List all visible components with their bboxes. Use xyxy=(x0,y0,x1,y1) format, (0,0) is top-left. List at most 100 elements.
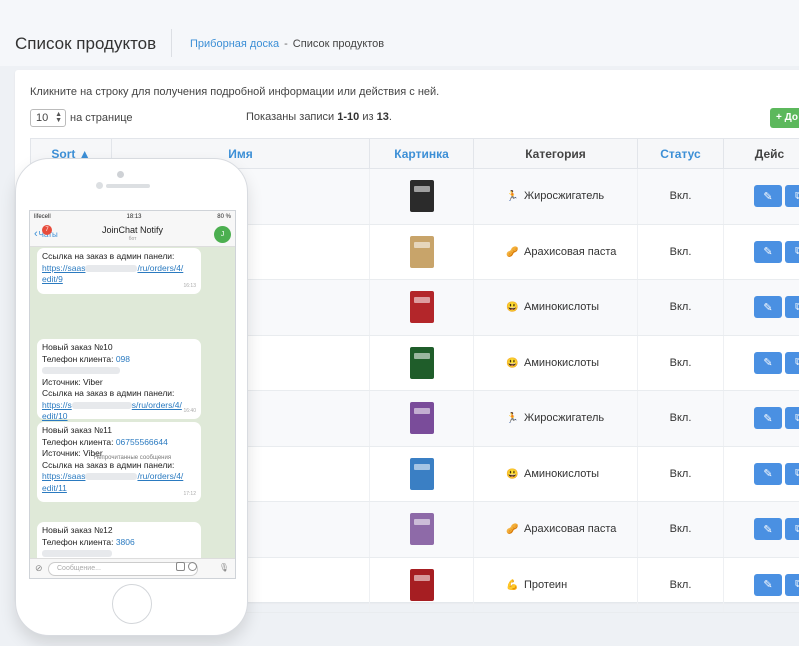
status-cell: Вкл. xyxy=(637,557,724,613)
edit-icon[interactable]: ✎ xyxy=(754,518,782,541)
category-label: Арахисовая паста xyxy=(524,245,617,258)
home-button[interactable] xyxy=(112,584,152,624)
category-cell: 🥜 Арахисовая паста xyxy=(473,501,638,558)
copy-icon[interactable]: ⧉ xyxy=(785,351,799,374)
product-image xyxy=(409,402,434,435)
chat-message: Новый заказ №11 Телефон клиента: 06755566… xyxy=(37,422,201,502)
sticker-icon[interactable] xyxy=(188,562,197,571)
actions-cell: ✎ ⧉ xyxy=(723,557,799,613)
product-image xyxy=(409,235,434,268)
actions-cell: ✎ ⧉ xyxy=(723,501,799,558)
product-image xyxy=(409,180,434,213)
category-icon: 🏃 xyxy=(506,413,519,425)
phone-status-bar: lifecell 18:13 80 % xyxy=(30,211,235,222)
client-phone[interactable]: 3806 xyxy=(116,537,135,547)
client-phone[interactable]: 06755566644 xyxy=(116,437,168,447)
order-link-label: Ссылка на заказ в админ панели: xyxy=(42,388,175,398)
order-link-part-b: s/ru/orders/4/ xyxy=(131,399,182,410)
edit-icon[interactable]: ✎ xyxy=(754,351,782,374)
clock-label: 18:13 xyxy=(126,213,142,220)
microphone-icon[interactable]: 🎙 xyxy=(219,563,229,572)
product-image-cell xyxy=(369,446,474,502)
copy-icon[interactable]: ⧉ xyxy=(785,573,799,596)
order-link-label: Ссылка на заказ в админ панели: xyxy=(42,459,175,470)
category-icon: 🥜 xyxy=(506,524,519,536)
per-page-control: 10 ▲ ▼ на странице xyxy=(30,109,133,127)
breadcrumb-dashboard-link[interactable]: Приборная доска xyxy=(190,38,279,50)
actions-cell: ✎ ⧉ xyxy=(723,279,799,336)
product-image-cell xyxy=(369,224,474,280)
product-image xyxy=(409,568,434,601)
breadcrumb-current: Список продуктов xyxy=(292,38,385,50)
records-info-middle: из xyxy=(359,111,377,123)
message-time: 16:40 xyxy=(183,407,196,414)
edit-icon[interactable]: ✎ xyxy=(754,573,782,596)
battery-label: 80 % xyxy=(217,213,231,220)
records-info-suffix: . xyxy=(388,111,392,123)
select-arrows-icon: ▲ ▼ xyxy=(55,111,62,124)
product-image xyxy=(409,513,434,546)
order-link-part-a: https://saas xyxy=(42,262,86,273)
unread-divider: Непрочитанные сообщения xyxy=(93,455,172,461)
product-image xyxy=(409,457,434,490)
edit-icon[interactable]: ✎ xyxy=(754,296,782,319)
product-image-cell xyxy=(369,390,474,447)
order-link[interactable]: https://s s/ru/orders/4/ xyxy=(42,400,196,412)
order-link-part-c[interactable]: edit/10 xyxy=(42,411,68,421)
copy-icon[interactable]: ⧉ xyxy=(785,518,799,541)
per-page-select[interactable]: 10 ▲ ▼ xyxy=(30,109,66,127)
category-label: Жиросжигатель xyxy=(524,190,605,203)
edit-icon[interactable]: ✎ xyxy=(754,462,782,485)
command-icon[interactable] xyxy=(176,562,185,571)
column-header-category: Категория xyxy=(473,138,638,169)
order-link[interactable]: https://saas/ru/orders/4/ xyxy=(42,263,196,275)
order-link-part-b: /ru/orders/4/ xyxy=(137,262,184,273)
order-link-part-a: https://saas xyxy=(42,471,86,481)
copy-icon[interactable]: ⧉ xyxy=(785,462,799,485)
add-product-button[interactable]: + До xyxy=(770,108,799,128)
edit-icon[interactable]: ✎ xyxy=(754,185,782,208)
column-header-image[interactable]: Картинка xyxy=(369,138,474,169)
edit-icon[interactable]: ✎ xyxy=(754,407,782,430)
order-source: Источник: Viber xyxy=(42,376,103,387)
order-link[interactable]: https://saas/ru/orders/4/ xyxy=(42,471,196,483)
client-phone-label: Телефон клиента: xyxy=(42,536,116,547)
records-range: 1-10 xyxy=(337,111,360,123)
product-image-cell xyxy=(369,335,474,391)
copy-icon[interactable]: ⧉ xyxy=(785,185,799,208)
phone-speaker xyxy=(106,184,150,188)
phone-camera xyxy=(117,171,124,178)
actions-cell: ✎ ⧉ xyxy=(723,390,799,447)
attach-icon[interactable]: ⊘ xyxy=(35,563,43,574)
client-phone[interactable]: 098 xyxy=(116,354,130,364)
order-link-part-c[interactable]: edit/9 xyxy=(42,274,63,284)
page-title: Список продуктов xyxy=(15,34,157,53)
edit-icon[interactable]: ✎ xyxy=(754,240,782,263)
category-cell: 🥜 Арахисовая паста xyxy=(473,224,638,280)
bot-avatar[interactable]: J xyxy=(214,226,231,243)
status-cell: Вкл. xyxy=(637,446,724,502)
per-page-value: 10 xyxy=(36,112,49,124)
column-header-status[interactable]: Статус xyxy=(637,138,724,169)
status-cell: Вкл. xyxy=(637,501,724,558)
copy-icon[interactable]: ⧉ xyxy=(785,407,799,430)
category-cell: 💪 Протеин xyxy=(473,557,638,613)
product-image-cell xyxy=(369,557,474,613)
order-title: Новый заказ №11 xyxy=(42,425,112,435)
phone-screen: lifecell 18:13 80 % ‹ Чаты 7 JoinChat No… xyxy=(29,210,236,579)
phone-sensor xyxy=(96,182,103,189)
status-cell: Вкл. xyxy=(637,224,724,280)
category-icon: 🥜 xyxy=(506,246,519,258)
copy-icon[interactable]: ⧉ xyxy=(785,296,799,319)
chat-subtitle: бот xyxy=(128,236,137,242)
order-link-part-c[interactable]: edit/11 xyxy=(42,483,67,493)
page-header: Список продуктов Приборная доска - Список … xyxy=(0,0,799,66)
category-label: Арахисовая паста xyxy=(524,523,617,536)
category-cell: 😃 Аминокислоты xyxy=(473,446,638,502)
copy-icon[interactable]: ⧉ xyxy=(785,240,799,263)
records-total: 13 xyxy=(376,111,389,123)
category-icon: 💪 xyxy=(506,579,519,591)
chat-header: ‹ Чаты 7 JoinChat Notify бот J xyxy=(30,222,235,247)
category-icon: 😃 xyxy=(506,302,519,314)
breadcrumb-separator: - xyxy=(284,38,288,50)
